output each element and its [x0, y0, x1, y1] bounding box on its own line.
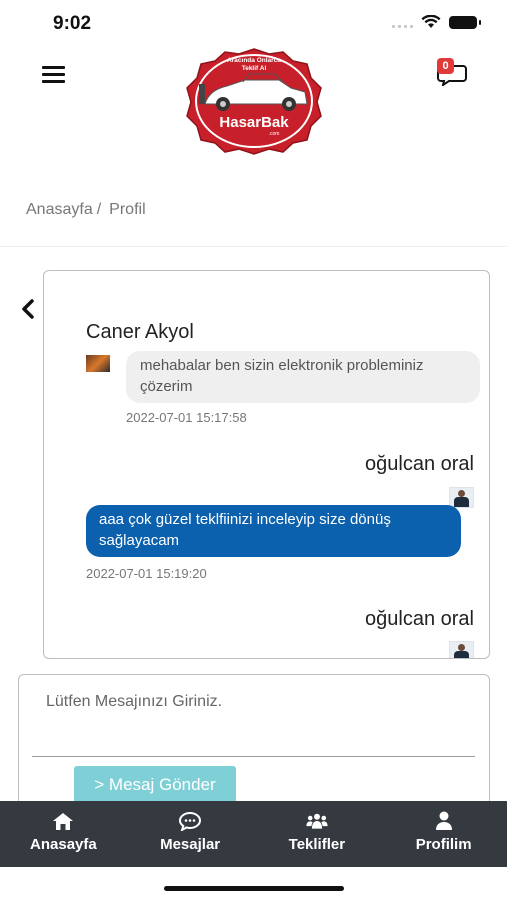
battery-icon — [449, 15, 481, 29]
tab-teklifler[interactable]: Teklifler — [254, 801, 381, 867]
svg-text:HasarBak: HasarBak — [219, 114, 289, 131]
breadcrumb-separator: / — [96, 201, 102, 218]
breadcrumb: Anasayfa / Profil — [26, 201, 146, 219]
tab-label: Teklifler — [288, 836, 346, 853]
outgoing-message-bubble: aaa çok güzel teklfiinizi inceleyip size… — [86, 505, 461, 557]
user-avatar — [449, 641, 474, 658]
tab-label: Anasayfa — [30, 836, 97, 853]
chat-icon — [179, 811, 202, 831]
hamburger-menu-icon[interactable] — [42, 66, 65, 84]
tab-mesajlar[interactable]: Mesajlar — [127, 801, 254, 867]
message-sender-name: Caner Akyol — [86, 321, 194, 343]
tab-label: Profilim — [415, 836, 472, 853]
message-timestamp: 2022-07-01 15:19:20 — [86, 566, 207, 581]
user-avatar — [449, 487, 474, 508]
back-chevron-icon[interactable] — [18, 298, 38, 320]
bottom-tab-bar: Anasayfa Mesajlar Teklifler Profilim — [0, 801, 507, 867]
svg-text:Aracında Onlarca: Aracında Onlarca — [227, 57, 281, 64]
home-icon — [53, 813, 74, 830]
message-sender-name: oğulcan oral — [365, 608, 474, 630]
hasarbak-logo: Aracında Onlarca Teklif Al HasarBak .com — [186, 48, 322, 155]
wifi-icon — [421, 15, 441, 28]
signal-icon — [392, 16, 413, 28]
home-indicator[interactable] — [164, 886, 344, 891]
status-time: 9:02 — [53, 13, 92, 34]
svg-text:Teklif Al: Teklif Al — [242, 65, 267, 72]
status-icons — [392, 15, 481, 29]
divider — [0, 246, 507, 247]
sender-avatar — [86, 355, 110, 372]
breadcrumb-current: Profil — [109, 201, 146, 218]
chat-conversation[interactable]: Caner Akyol mehabalar ben sizin elektron… — [43, 270, 490, 659]
incoming-message-bubble: mehabalar ben sizin elektronik problemin… — [126, 351, 480, 403]
send-message-button[interactable]: > Mesaj Gönder — [74, 766, 236, 804]
user-icon — [435, 811, 452, 830]
message-count-badge: 0 — [437, 58, 454, 74]
status-bar: 9:02 — [0, 0, 507, 46]
message-input[interactable] — [32, 689, 475, 757]
message-sender-name: oğulcan oral — [365, 453, 474, 475]
tab-anasayfa[interactable]: Anasayfa — [0, 801, 127, 867]
message-timestamp: 2022-07-01 15:17:58 — [126, 410, 247, 425]
messages-notification-button[interactable]: 0 — [437, 58, 467, 86]
tab-label: Mesajlar — [160, 836, 221, 853]
header: Aracında Onlarca Teklif Al HasarBak .com… — [0, 46, 507, 156]
breadcrumb-home-link[interactable]: Anasayfa — [26, 201, 93, 218]
users-icon — [306, 813, 328, 829]
tab-profilim[interactable]: Profilim — [380, 801, 507, 867]
message-composer: > Mesaj Gönder — [18, 674, 490, 816]
svg-text:.com: .com — [269, 131, 280, 137]
